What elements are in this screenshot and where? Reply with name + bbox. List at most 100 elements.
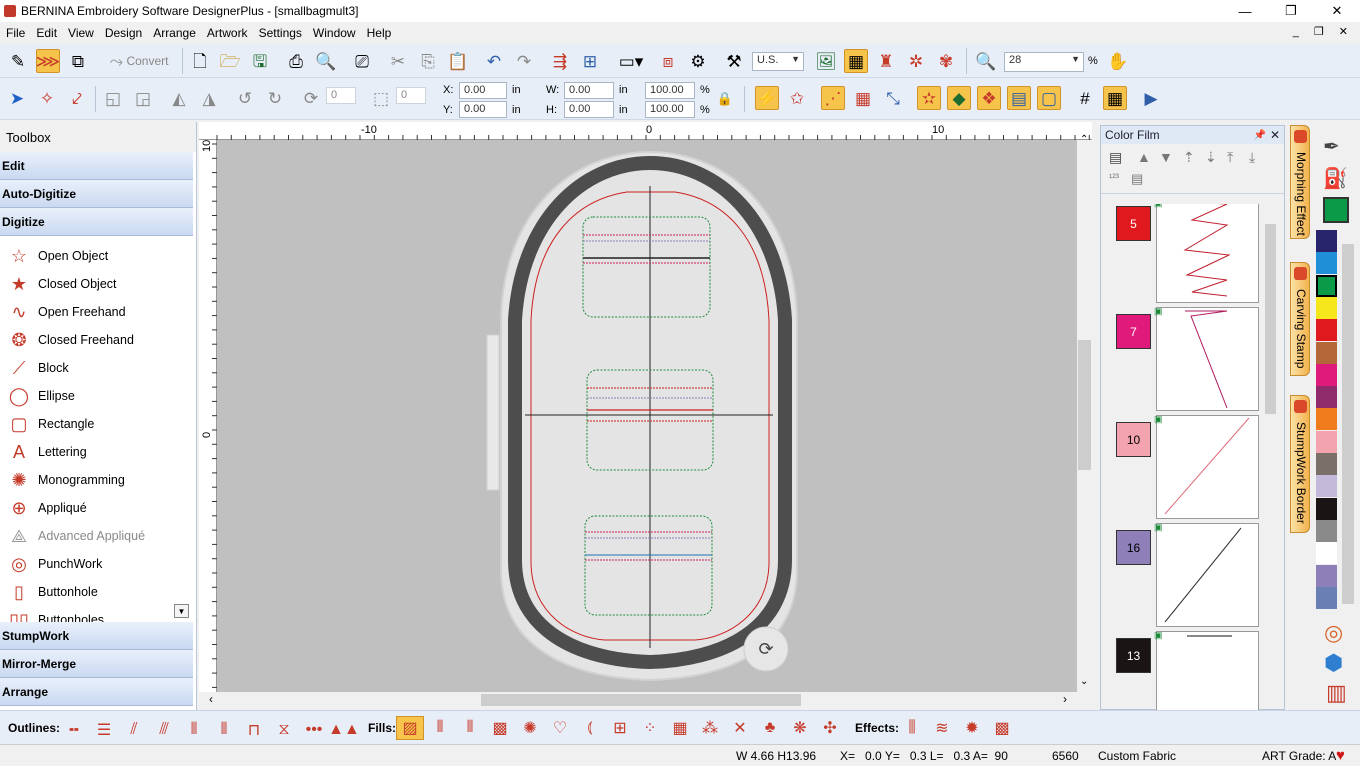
menu-view[interactable]: View [62,26,99,40]
x-input[interactable]: 0.00 [459,82,507,99]
insert-design-icon[interactable]: ⊞ [578,49,602,73]
proportion-lock-icon[interactable]: 🔒 [716,87,734,111]
menu-arrange[interactable]: Arrange [147,26,201,40]
paint-bucket-icon[interactable]: ⛽ [1323,166,1348,191]
fill-contour-icon[interactable]: ♡ [546,716,574,740]
minimize-button[interactable]: — [1222,0,1268,22]
slant-angle-input[interactable]: 0 [396,87,426,104]
palette-color-swatch[interactable] [1316,363,1337,386]
object-thumbnail[interactable] [1156,415,1259,519]
object-visible-icon[interactable]: ▣ [1154,522,1163,533]
fill-stipple-icon[interactable]: ✣ [816,716,844,740]
film-view-icon[interactable]: ▤ [1109,149,1122,166]
polygon-select-icon[interactable]: ✧ [35,86,59,110]
fill-wave-icon[interactable]: ⦅ [576,716,604,740]
tool-buttonholes[interactable]: ▯▯ Buttonholes [0,606,196,623]
palette-color-swatch[interactable] [1316,319,1337,342]
width-input[interactable]: 0.00 [564,82,614,99]
pin-icon[interactable]: 📌 [1254,130,1266,141]
grid-pattern-icon[interactable]: ▤ [1007,86,1031,110]
fill-sculpture-icon[interactable]: ♣ [756,716,784,740]
outline-zigzag-icon[interactable]: ⚡ [755,86,779,110]
palette-color-swatch[interactable] [1316,453,1337,475]
stitch-player-icon[interactable]: ▶ [1139,86,1163,110]
tool-punchwork[interactable]: ◎ PunchWork [0,550,196,578]
effect-pattern-icon[interactable]: ▩ [988,716,1016,740]
effect-wave-icon[interactable]: ≋ [928,716,956,740]
show-artwork-icon[interactable]: 🖼 [814,49,838,73]
fill-grid-icon[interactable]: ▦ [666,716,694,740]
rotate-angle-input[interactable]: 0 [326,87,356,104]
scroll-right-arrow-icon[interactable]: › [1063,692,1067,706]
thread-spool-icon[interactable]: ▥ [1326,680,1347,706]
section-auto-digitize[interactable]: Auto-Digitize [0,180,193,208]
tab-stumpwork-border[interactable]: StumpWork Border [1290,395,1310,533]
mirror-vertical-icon[interactable]: ◭ [167,86,191,110]
fill-trapunto-icon[interactable]: ❋ [786,716,814,740]
film-scrollbar[interactable] [1263,206,1278,704]
effect-gradient-icon[interactable]: ⫼ [898,716,926,740]
outline-cross-icon[interactable]: ⧖ [270,718,298,742]
outline-blanket-icon[interactable]: ⫻ [150,718,178,742]
tool-monogramming[interactable]: ✺ Monogramming [0,466,196,494]
rotate-right-icon[interactable]: ↻ [263,86,287,110]
fill-blackwork-icon[interactable]: ⊞ [606,716,634,740]
open-folder-icon[interactable]: 🗁 [218,49,242,73]
design-mode-icon[interactable]: ⋙ [36,49,60,73]
sequence-number-icon[interactable]: ¹²³ [1109,173,1119,184]
tool-advanced-applique[interactable]: ⟁ Advanced Appliqué [0,522,196,550]
object-visible-icon[interactable]: ▣ [1154,204,1163,209]
fill-dot-icon[interactable]: ⁘ [636,716,664,740]
section-arrange[interactable]: Arrange [0,678,193,706]
outline-bean-icon[interactable]: ••• [300,718,328,742]
horizontal-scroll-thumb[interactable] [481,694,801,706]
motif-icon[interactable]: ✾ [934,49,958,73]
units-select[interactable]: U.S. ▼ [752,52,804,71]
palette-scrollbar[interactable] [1341,230,1355,610]
canvas-vertical-scrollbar[interactable]: ⌃ ⌄ [1077,134,1092,692]
palette-color-swatch[interactable] [1316,230,1337,252]
thread-color-swatch[interactable]: 13 [1116,638,1151,673]
palette-color-swatch[interactable] [1316,252,1337,275]
edit-mode-icon[interactable]: ✎ [6,49,30,73]
mdi-controls[interactable]: _ ❐ ✕ [1293,25,1354,38]
palette-color-swatch[interactable] [1316,586,1337,609]
slant-icon[interactable]: ⬚ [369,86,393,110]
palette-color-swatch[interactable] [1316,296,1337,319]
shapes-star-icon[interactable]: ✫ [917,86,941,110]
tool-closed-freehand[interactable]: ❂ Closed Freehand [0,326,196,354]
tool-applique[interactable]: ⊕ Appliqué [0,494,196,522]
object-thumbnail[interactable] [1156,631,1259,716]
grid-options-icon[interactable]: ▦ [1103,86,1127,110]
color-wheel-icon[interactable]: ◎ [1324,620,1343,646]
fill-cross-icon[interactable]: ✕ [726,716,754,740]
height-percent-input[interactable]: 100.00 [645,101,695,118]
outline-running-icon[interactable]: ╍ [60,718,88,742]
menu-window[interactable]: Window [307,26,361,40]
show-hoop-icon[interactable]: ▦ [844,49,868,73]
palette-color-swatch[interactable] [1316,386,1337,409]
menu-design[interactable]: Design [99,26,147,40]
random-stitch-icon[interactable]: ⋰ [821,86,845,110]
palette-color-swatch[interactable] [1316,497,1337,520]
move-step-down-icon[interactable]: ⇣ [1205,149,1217,166]
palette-color-swatch[interactable] [1316,341,1337,364]
menu-file[interactable]: File [0,26,30,40]
tool-rectangle[interactable]: ▢ Rectangle [0,410,196,438]
copy-icon[interactable]: ⎘ [416,49,440,73]
palette-color-swatch[interactable] [1316,408,1337,431]
undo-icon[interactable]: ↶ [482,49,506,73]
fill-motif-icon[interactable]: ⁂ [696,716,724,740]
outline-satin-icon[interactable]: ⫽ [120,718,148,742]
palette-color-swatch[interactable] [1316,542,1337,565]
outline-e-stitch-icon[interactable]: ⊓ [240,718,268,742]
redo-icon[interactable]: ↷ [512,49,536,73]
frame-icon[interactable]: ▢ [1037,86,1061,110]
move-step-up-icon[interactable]: ⇡ [1183,149,1195,166]
tool-open-object[interactable]: ☆ Open Object [0,242,196,270]
move-down-icon[interactable]: ▼ [1159,149,1173,165]
film-scroll-thumb[interactable] [1265,224,1276,414]
select-arrow-icon[interactable]: ➤ [5,86,29,110]
color-film-item[interactable]: 16 ▣ [1113,522,1259,634]
tools-icon[interactable]: ⚒ [722,49,746,73]
